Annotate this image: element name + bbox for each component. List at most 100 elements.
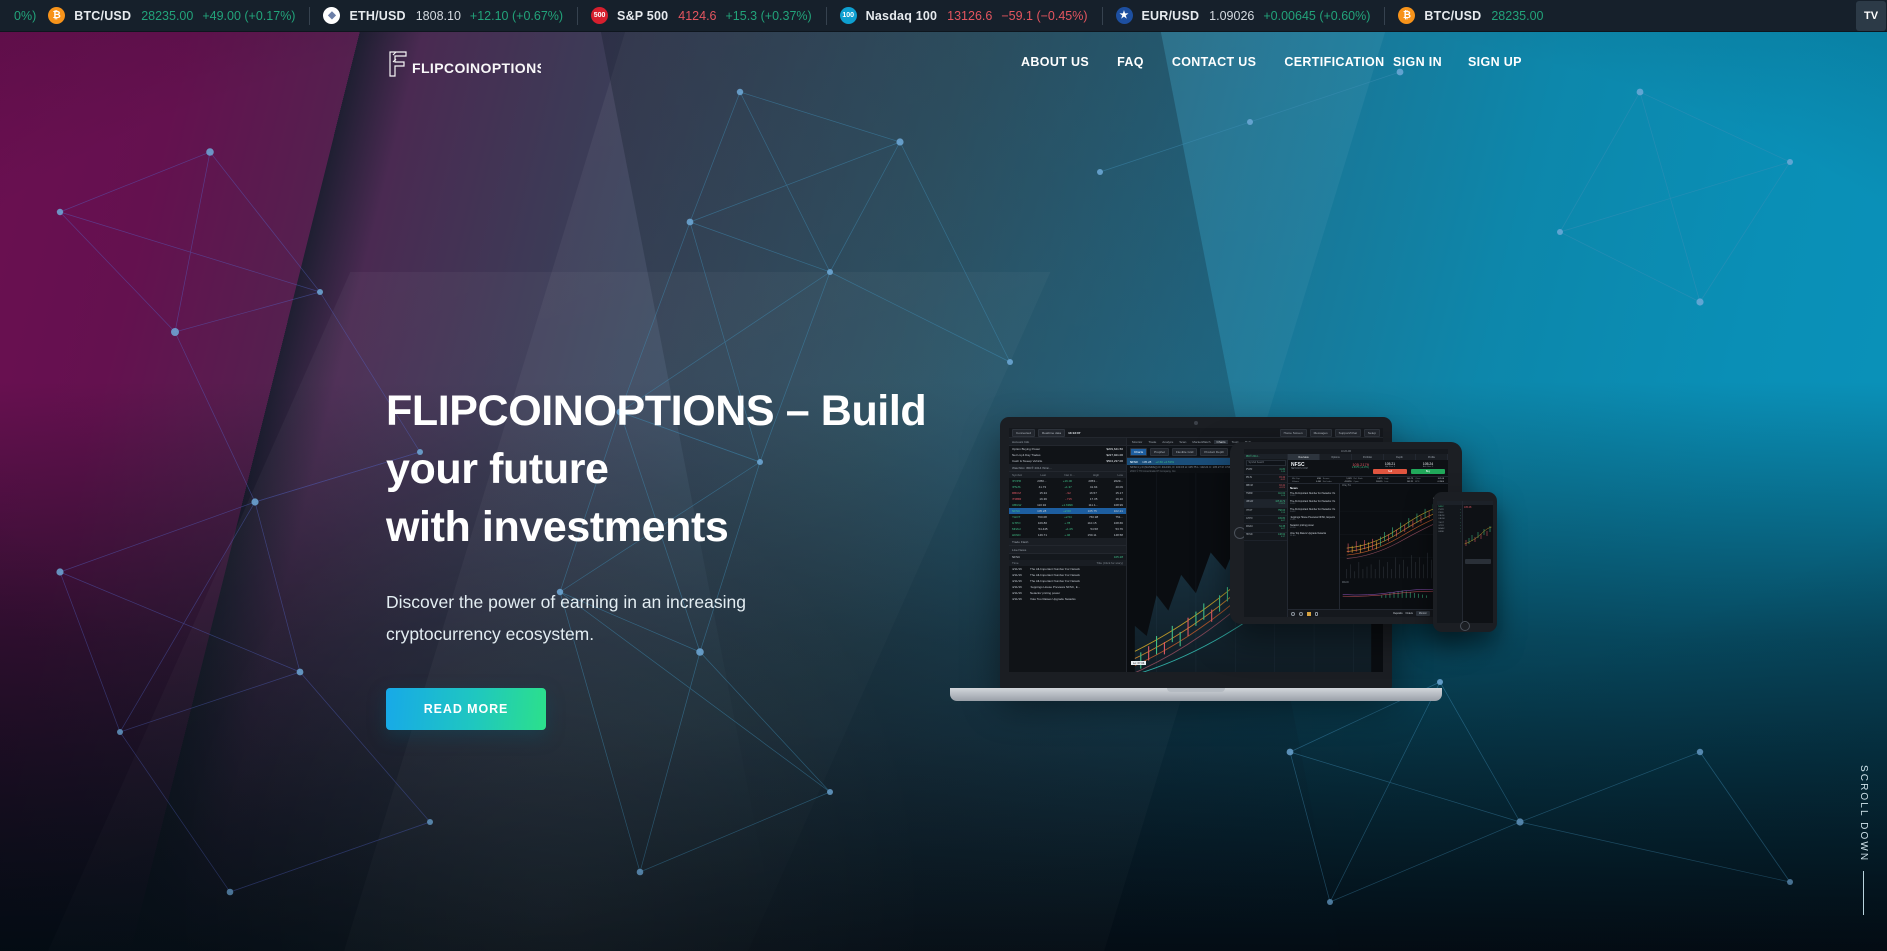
watchlist-low: 53.76 (1115, 527, 1123, 531)
nav-link-sign-up[interactable]: SIGN UP (1455, 51, 1535, 73)
subtab-charts[interactable]: Charts (1130, 447, 1148, 456)
tablet-action-monitor[interactable]: Monitor (1415, 611, 1430, 616)
tablet-news-item[interactable]: The All-Important Number For Netacks: It… (1290, 492, 1337, 497)
account-row-value: $209,641.50 (1106, 447, 1123, 451)
watchlist-low: 751... (1115, 515, 1123, 519)
tablet-news-title: 'Jeppings House Previews NFSC, Expects (1290, 516, 1335, 519)
chart-icon[interactable] (1307, 611, 1311, 616)
tablet-buy-button[interactable]: Buy (1411, 469, 1445, 474)
phone-watchlist[interactable]: NFSC PVPR • PNJS • RBCM • UBGW • YHOT • GTPO • MNAU •… (1437, 501, 1463, 623)
ticker-item-eur-usd[interactable]: ★ EUR/USD 1.09026 +0.00645 (+0.60%) (1101, 0, 1385, 31)
watchlist-high: 110.15 (1087, 521, 1097, 525)
nav-link-faq[interactable]: FAQ (1103, 51, 1158, 73)
tablet-watchlist-rows[interactable]: PVPR 41.80 1.49 PNJS 15.42 -0.82 RBCM 16.41 -0.8… (1244, 467, 1287, 541)
clock-icon[interactable] (1291, 611, 1295, 616)
ticker-item-btc-usd[interactable]: 0%) ₿ BTC/USD 28235.00 +49.00 (+0.17%) (0, 0, 309, 31)
hero-copy: FLIPCOINOPTIONS – Build your future with… (386, 382, 1026, 730)
market-ticker-bar[interactable]: 0%) ₿ BTC/USD 28235.00 +49.00 (+0.17%) ◆ ETH/U… (0, 0, 1887, 32)
tablet-bottom-icons[interactable] (1291, 611, 1318, 616)
tablet-stat-value: 102.21 (1406, 480, 1414, 483)
ticker-item-nasdaq-100[interactable]: 100 Nasdaq 100 13126.6 −59.1 (−0.45%) (825, 0, 1102, 31)
tablet-watch-row[interactable]: MNAU 54.38 0.07 (1244, 524, 1287, 533)
tablet-news-item[interactable]: The All-Important Number For Netacks: It… (1290, 508, 1337, 513)
list-item[interactable]: 4/11/16 Vote Too Raises Upgrade Netacks (1009, 596, 1126, 602)
tablet-watch-row[interactable]: PNJS 15.42 -0.82 (1244, 475, 1287, 484)
ticker-symbol: EUR/USD (1141, 8, 1200, 23)
scroll-down-indicator[interactable]: SCROLL DOWN (1858, 765, 1869, 915)
tablet-bottom-bar[interactable]: DepositsOrdersMonitorTrade (1288, 609, 1448, 617)
tab-charts[interactable]: Charts (1214, 439, 1228, 444)
tablet-news-header: News (1290, 486, 1298, 490)
tab-trade[interactable]: Trade (1146, 440, 1158, 444)
tablet-watchlist-panel[interactable]: IBD® 2014... Symbol Search PVPR 41.80 1.49… (1244, 454, 1288, 617)
btn-support-chat[interactable]: Support/Chat (1334, 428, 1361, 437)
tablet-news-item[interactable]: 'Jeppings House Previews NFSC, Expects 13… (1290, 516, 1337, 521)
gear-icon[interactable] (1299, 611, 1303, 616)
tablet-stat-label: Net Index (1322, 480, 1332, 483)
nav-link-sign-in[interactable]: SIGN IN (1380, 51, 1455, 73)
tab-marketwatch[interactable]: MarketWatch (1190, 440, 1212, 444)
btn-home-screen[interactable]: Home Screen (1279, 428, 1307, 437)
phone-action-button[interactable] (1465, 559, 1491, 564)
device-mockups: Connected Realtime data 13:13:07 Home Sc… (950, 382, 1635, 712)
news-rows[interactable]: 4/11/16 The All-Important Number For Neta… (1009, 566, 1126, 602)
phone-row-value: • (1459, 531, 1461, 534)
nav-link-about-us[interactable]: ABOUT US (1007, 51, 1103, 73)
tab-analyze[interactable]: Analyze (1160, 440, 1175, 444)
watchlist-low: 108.66 (1113, 521, 1123, 525)
phone-row-value: • (1459, 515, 1461, 518)
ethereum-icon: ◆ (323, 7, 341, 24)
tablet-news-item[interactable]: The All-Important Number For Netacks: It… (1290, 500, 1337, 505)
watchlist-low: 148.58 (1113, 533, 1123, 537)
phone-row-symbol: PVPR (1438, 508, 1444, 511)
tablet-news-item[interactable]: Vote Top Raters Upgrade Netacks 11:40 (1290, 532, 1337, 537)
ticker-item-s-p-500[interactable]: 500 S&P 500 4124.6 +15.3 (+0.37%) (577, 0, 826, 31)
watchlist-high: 105.75 (1087, 509, 1097, 513)
tab-monitor[interactable]: Monitor (1130, 440, 1144, 444)
tablet-watch-row[interactable]: PVPR 41.80 1.49 (1244, 467, 1287, 476)
tablet-sell-button[interactable]: Sell (1373, 469, 1407, 474)
nasdaq-icon: 100 (839, 7, 857, 24)
laptop-notch (1167, 688, 1225, 692)
subtab-prophet[interactable]: Prophet (1150, 447, 1169, 456)
ticker-item-eth-usd[interactable]: ◆ ETH/USD 1808.10 +12.10 (+0.67%) (309, 0, 577, 31)
phone-home-button-icon[interactable] (1460, 621, 1470, 631)
tablet-action-deposits[interactable]: Deposits (1393, 612, 1402, 615)
tablet-action-orders[interactable]: Orders (1406, 612, 1413, 615)
ticker-item-btc-usd[interactable]: ₿ BTC/USD 28235.00 (1384, 0, 1557, 31)
tablet-watch-change: 0.67 (1280, 519, 1285, 522)
watchlist-rows[interactable]: /PVPR 2050... +16.00 2053... 2029.../PNJS 41.… (1009, 478, 1126, 538)
btn-setup[interactable]: Setup (1363, 428, 1380, 437)
watchlist-net: +1.05 (1065, 527, 1073, 531)
tablet-news-item[interactable]: Netacks' pricing power 12:18 (1290, 524, 1337, 529)
watchlist-low: 40.09 (1115, 485, 1123, 489)
tablet-news-title: The All-Important Number For Netacks: It… (1290, 492, 1336, 495)
nav-link-contact-us[interactable]: CONTACT US (1158, 51, 1271, 73)
tablet-watch-row[interactable]: HKND 148.62 0.37 (1244, 533, 1287, 541)
phone-row[interactable]: HKND • (1437, 531, 1462, 534)
tablet-news-list[interactable]: The All-Important Number For Netacks: It… (1290, 492, 1337, 537)
bitcoin-icon: ₿ (48, 7, 66, 24)
btn-messages[interactable]: Messages (1309, 428, 1332, 437)
tablet-watch-row[interactable]: UBGW 105.2179 2.5375 (1244, 499, 1287, 508)
phone-watchlist-rows[interactable]: PVPR • PNJS • RBCM • UBGW • YHOT • GTPO • MNAU • HKND • (1437, 508, 1462, 534)
tradingview-badge-icon[interactable]: TV (1856, 1, 1886, 31)
phone-row-value: • (1459, 518, 1461, 521)
tablet-symbol-search[interactable]: Symbol Search (1245, 460, 1286, 466)
subtab-flexible-grid[interactable]: Flexible Grid (1171, 447, 1198, 456)
read-more-button[interactable]: READ MORE (386, 688, 546, 730)
tablet-watch-row[interactable]: YHOT 758.63 1.99 (1244, 508, 1287, 517)
tablet-news-panel[interactable]: News The All-Important Number For Netack… (1288, 484, 1340, 609)
tab-scan[interactable]: Scan (1177, 440, 1188, 444)
bell-icon[interactable] (1315, 611, 1318, 616)
tablet-watch-row[interactable]: RBCM 16.41 -0.875 (1244, 483, 1287, 492)
tablet-quote-header: NFSC NETACKS COM 105.2179 2.5375 (+2.47%… (1288, 460, 1448, 476)
laptop-camera-icon (1194, 421, 1198, 425)
news-title: The All-Important Number For Netack (1030, 567, 1080, 571)
tablet-screen: 10:26 AM IBD® 2014... Symbol Search PVPR… (1244, 449, 1448, 617)
site-logo[interactable]: FLIPCOINOPTIONS (386, 44, 541, 78)
subtab-product-depth[interactable]: Product Depth (1200, 447, 1229, 456)
tablet-watch-row[interactable]: GTPO 109.80 0.67 (1244, 516, 1287, 525)
tablet-watch-row[interactable]: TMBR 110.62 1.04 (1244, 492, 1287, 500)
tablet-price-chart[interactable]: 1Day 5m MACD (1340, 484, 1448, 609)
